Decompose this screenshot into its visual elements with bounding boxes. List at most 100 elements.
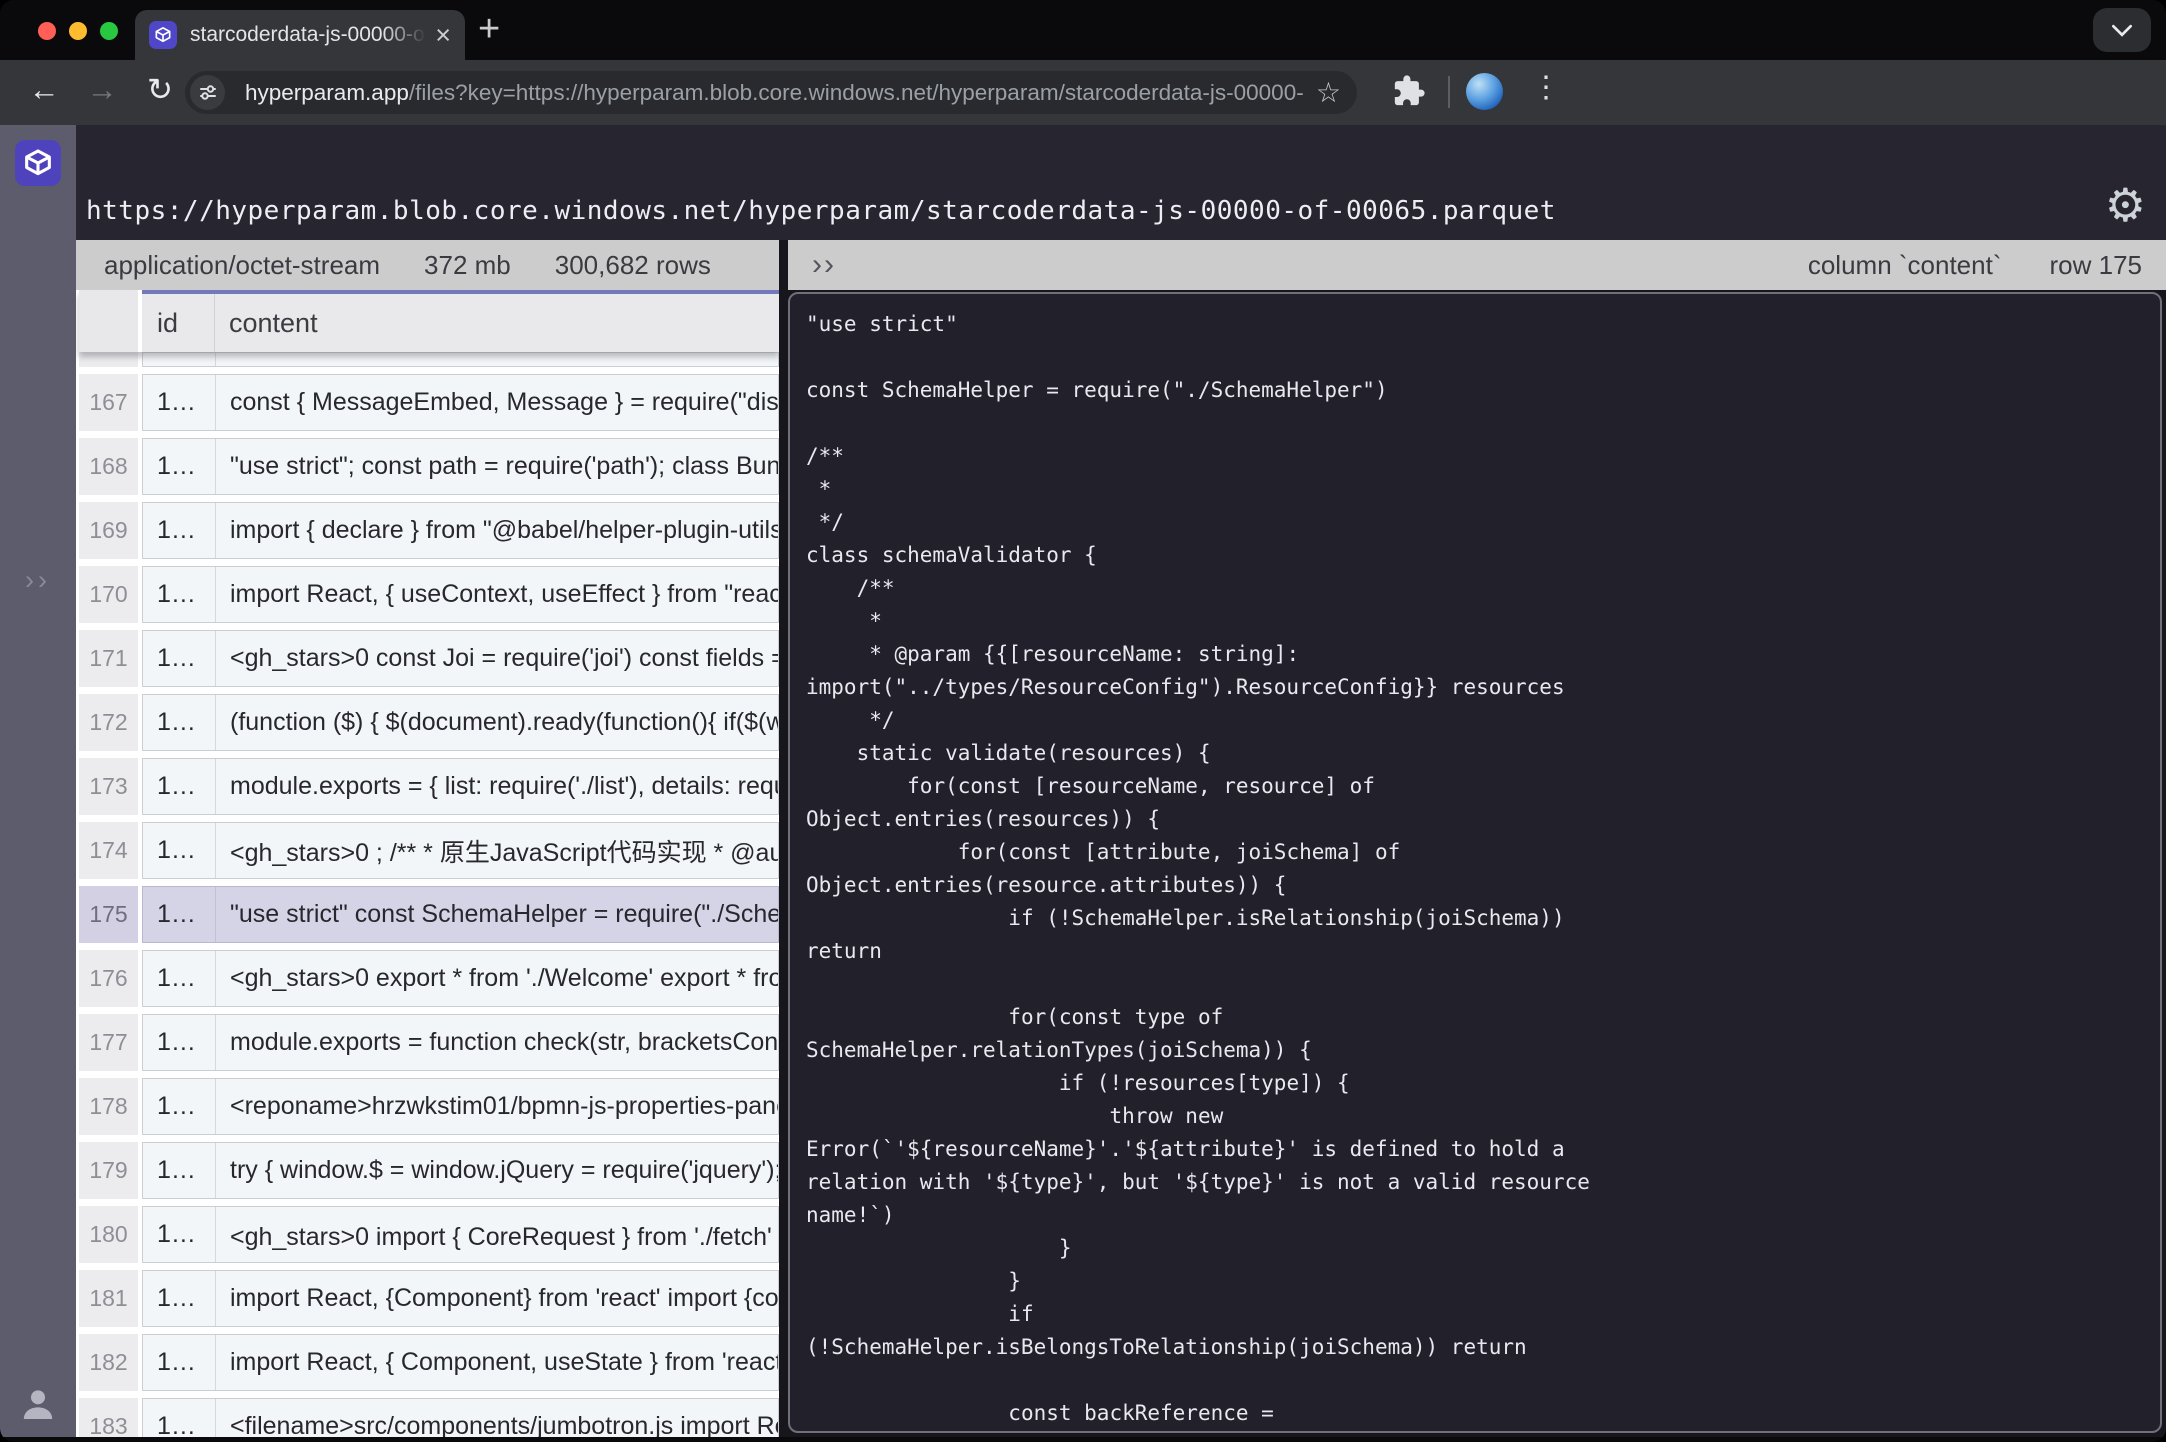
cell-content[interactable]: import React, {Component} from 'react' i… bbox=[216, 1271, 778, 1326]
url-text[interactable]: hyperparam.app/files?key=https://hyperpa… bbox=[245, 80, 1304, 106]
tab-strip: starcoderdata-js-00000-of-0 × + bbox=[0, 0, 2166, 60]
cell-id[interactable]: 1… bbox=[143, 1079, 216, 1134]
cell-content[interactable]: module.exports = function check(str, bra… bbox=[216, 1015, 778, 1070]
extensions-button[interactable] bbox=[1392, 74, 1426, 113]
site-settings-button[interactable] bbox=[190, 75, 225, 110]
table-body: 167 1… const { MessageEmbed, Message } =… bbox=[79, 374, 779, 1437]
gear-icon[interactable]: ⚙ bbox=[2105, 185, 2146, 226]
table-row[interactable]: 179 1… try { window.$ = window.jQuery = … bbox=[79, 1142, 779, 1199]
cell-content[interactable]: <filename>src/components/jumbotron.js im… bbox=[216, 1399, 778, 1437]
cell-content[interactable]: import { declare } from "@babel/helper-p… bbox=[216, 503, 778, 558]
cell-id[interactable]: 1… bbox=[143, 951, 216, 1006]
forward-button[interactable]: → bbox=[80, 72, 124, 108]
detail-panel-header: ›› column `content` row 175 bbox=[788, 240, 2166, 290]
cell-id[interactable]: 1… bbox=[143, 1143, 216, 1198]
tab-close-icon[interactable]: × bbox=[435, 22, 451, 49]
cell-id[interactable]: 1… bbox=[143, 375, 216, 430]
cell-detail-view[interactable]: "use strict" const SchemaHelper = requir… bbox=[788, 292, 2162, 1433]
table-row[interactable]: 171 1… <gh_stars>0 const Joi = require('… bbox=[79, 630, 779, 687]
table-row[interactable]: 173 1… module.exports = { list: require(… bbox=[79, 758, 779, 815]
hyperparam-logo-icon[interactable] bbox=[15, 140, 61, 186]
hyperparam-app: ›› https://hyperparam.blob.core.windows.… bbox=[0, 125, 2166, 1437]
new-tab-button[interactable]: + bbox=[478, 8, 500, 51]
browser-tab[interactable]: starcoderdata-js-00000-of-0 × bbox=[135, 10, 465, 60]
table-row[interactable]: 177 1… module.exports = function check(s… bbox=[79, 1014, 779, 1071]
sidebar-collapse-handle[interactable]: ›› bbox=[0, 565, 76, 596]
tune-icon bbox=[198, 83, 218, 103]
table-row[interactable]: 178 1… <reponame>hrzwkstim01/bpmn-js-pro… bbox=[79, 1078, 779, 1135]
content-type: application/octet-stream bbox=[104, 250, 380, 281]
cell-id[interactable]: 1… bbox=[143, 695, 216, 750]
profile-avatar[interactable] bbox=[1466, 73, 1503, 110]
cell-id[interactable]: 1… bbox=[143, 503, 216, 558]
cell-id[interactable]: 1… bbox=[143, 567, 216, 622]
cell-content[interactable]: const { MessageEmbed, Message } = requir… bbox=[216, 375, 778, 430]
cell-content[interactable]: "use strict"; const path = require('path… bbox=[216, 439, 778, 494]
cell-content[interactable]: <gh_stars>0 ; /** * 原生JavaScript代码实现 * @… bbox=[216, 823, 778, 878]
column-header-content[interactable]: content bbox=[215, 308, 318, 339]
table-row[interactable]: 176 1… <gh_stars>0 export * from './Welc… bbox=[79, 950, 779, 1007]
browser-window: starcoderdata-js-00000-of-0 × + ← → ↻ hy… bbox=[0, 0, 2166, 1442]
table-row[interactable]: 170 1… import React, { useContext, useEf… bbox=[79, 566, 779, 623]
table-row[interactable]: 175 1… "use strict" const SchemaHelper =… bbox=[79, 886, 779, 943]
cell-content[interactable]: <gh_stars>0 import { CoreRequest } from … bbox=[216, 1207, 778, 1262]
table-row[interactable]: 174 1… <gh_stars>0 ; /** * 原生JavaScript代… bbox=[79, 822, 779, 879]
cell-content[interactable]: module.exports = { list: require('./list… bbox=[216, 759, 778, 814]
row-count: 300,682 rows bbox=[555, 250, 711, 281]
content-row: application/octet-stream 372 mb 300,682 … bbox=[76, 240, 2166, 1437]
parquet-file-url: https://hyperparam.blob.core.windows.net… bbox=[86, 196, 2105, 226]
cell-content[interactable]: import React, { Component, useState } fr… bbox=[216, 1335, 778, 1390]
row-number: 176 bbox=[79, 950, 138, 1007]
table-row[interactable]: 182 1… import React, { Component, useSta… bbox=[79, 1334, 779, 1391]
cell-id[interactable]: 1… bbox=[143, 439, 216, 494]
row-number: 182 bbox=[79, 1334, 138, 1391]
cell-id[interactable]: 1… bbox=[143, 631, 216, 686]
panel-collapse-handle[interactable]: ›› bbox=[812, 250, 836, 280]
detail-row-label: row 175 bbox=[2050, 250, 2143, 281]
row-number: 172 bbox=[79, 694, 138, 751]
back-button[interactable]: ← bbox=[22, 72, 66, 108]
cell-id[interactable]: 1… bbox=[143, 1335, 216, 1390]
row-number: 177 bbox=[79, 1014, 138, 1071]
cell-content[interactable]: import React, { useContext, useEffect } … bbox=[216, 567, 778, 622]
reload-button[interactable]: ↻ bbox=[138, 72, 182, 108]
table-row[interactable]: 183 1… <filename>src/components/jumbotro… bbox=[79, 1398, 779, 1437]
detail-panel: ›› column `content` row 175 "use strict"… bbox=[788, 240, 2166, 1437]
table-row[interactable]: 180 1… <gh_stars>0 import { CoreRequest … bbox=[79, 1206, 779, 1263]
tab-search-chevron-button[interactable] bbox=[2093, 8, 2151, 52]
table-row[interactable]: 172 1… (function ($) { $(document).ready… bbox=[79, 694, 779, 751]
fullscreen-window-button[interactable] bbox=[100, 22, 118, 40]
cell-content[interactable]: try { window.$ = window.jQuery = require… bbox=[216, 1143, 778, 1198]
tab-title: starcoderdata-js-00000-of-0 bbox=[190, 23, 431, 47]
cell-id[interactable]: 1… bbox=[143, 1015, 216, 1070]
row-number-header bbox=[79, 290, 138, 352]
cell-id[interactable]: 1… bbox=[143, 887, 216, 942]
table-row[interactable]: 167 1… const { MessageEmbed, Message } =… bbox=[79, 374, 779, 431]
cell-id[interactable]: 1… bbox=[143, 1399, 216, 1437]
cell-id[interactable]: 1… bbox=[143, 1271, 216, 1326]
minimize-window-button[interactable] bbox=[69, 22, 87, 40]
cell-id[interactable]: 1… bbox=[143, 823, 216, 878]
column-header-id[interactable]: id bbox=[142, 294, 215, 352]
cell-content[interactable]: (function ($) { $(document).ready(functi… bbox=[216, 695, 778, 750]
row-number: 179 bbox=[79, 1142, 138, 1199]
table-row[interactable]: 169 1… import { declare } from "@babel/h… bbox=[79, 502, 779, 559]
toolbar-divider bbox=[1448, 76, 1450, 108]
table-row[interactable]: 181 1… import React, {Component} from 'r… bbox=[79, 1270, 779, 1327]
file-size: 372 mb bbox=[424, 250, 511, 281]
address-bar[interactable]: hyperparam.app/files?key=https://hyperpa… bbox=[185, 71, 1357, 114]
cell-id[interactable]: 1… bbox=[143, 759, 216, 814]
cell-id[interactable]: 1… bbox=[143, 1207, 216, 1262]
detail-column-label: column `content` bbox=[1808, 250, 2002, 281]
cell-content[interactable]: <gh_stars>0 const Joi = require('joi') c… bbox=[216, 631, 778, 686]
user-profile-icon[interactable] bbox=[18, 1384, 58, 1429]
browser-menu-button[interactable]: ⋮ bbox=[1528, 70, 1564, 105]
cell-content[interactable]: <gh_stars>0 export * from './Welcome' ex… bbox=[216, 951, 778, 1006]
cell-content[interactable]: "use strict" const SchemaHelper = requir… bbox=[216, 887, 778, 942]
browser-toolbar: ← → ↻ hyperparam.app/files?key=https://h… bbox=[0, 60, 2166, 125]
bookmark-star-icon[interactable]: ☆ bbox=[1316, 76, 1341, 109]
close-window-button[interactable] bbox=[38, 22, 56, 40]
chevron-down-icon bbox=[2111, 24, 2133, 37]
table-row[interactable]: 168 1… "use strict"; const path = requir… bbox=[79, 438, 779, 495]
cell-content[interactable]: <reponame>hrzwkstim01/bpmn-js-properties… bbox=[216, 1079, 778, 1134]
